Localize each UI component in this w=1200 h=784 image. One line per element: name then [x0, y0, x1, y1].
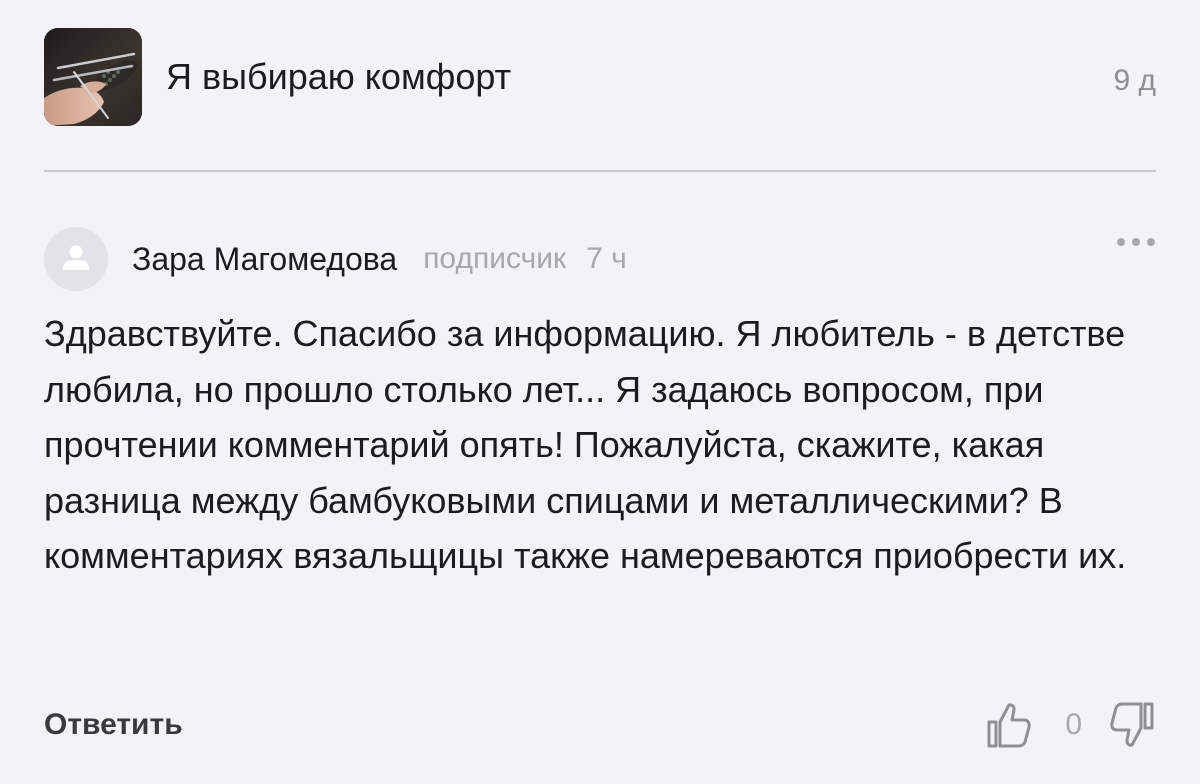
post-thumbnail[interactable]	[44, 28, 142, 126]
comment-time: 7 ч	[586, 242, 627, 275]
knitting-needles-photo-icon	[44, 28, 142, 126]
more-dots-icon	[1117, 238, 1155, 246]
author-name[interactable]: Зара Магомедова	[132, 241, 397, 278]
reply-button[interactable]: Ответить	[44, 708, 183, 742]
more-options-button[interactable]	[1116, 235, 1156, 253]
comment-actions: Ответить 0	[44, 694, 1156, 756]
comment-header: Зара Магомедова подписчик 7 ч	[44, 227, 1156, 291]
post-age: 9 д	[1113, 64, 1156, 97]
post-header[interactable]: Я выбираю комфорт 9 д	[44, 28, 1156, 126]
author-role-badge: подписчик	[423, 242, 567, 275]
vote-controls: 0	[985, 700, 1156, 750]
avatar[interactable]	[44, 227, 108, 291]
user-placeholder-icon	[63, 245, 89, 270]
thumbs-down-icon	[1110, 702, 1154, 747]
dislike-button[interactable]	[1108, 700, 1156, 750]
divider	[44, 170, 1156, 172]
post-title[interactable]: Я выбираю комфорт	[166, 56, 1113, 98]
comment-screen: Я выбираю комфорт 9 д Зара Магомедова по…	[0, 0, 1200, 784]
thumbs-up-icon	[987, 703, 1031, 748]
like-button[interactable]	[985, 700, 1033, 750]
like-count: 0	[1065, 708, 1082, 741]
comment-text: Здравствуйте. Спасибо за информацию. Я л…	[44, 313, 1127, 576]
